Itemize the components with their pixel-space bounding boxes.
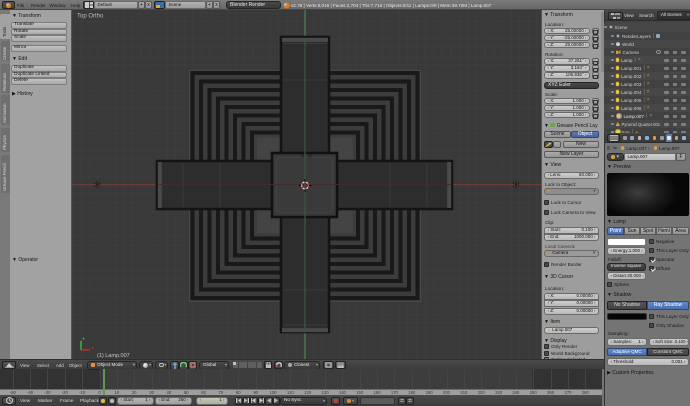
- svg-text:Top Ortho: Top Ortho: [77, 14, 104, 20]
